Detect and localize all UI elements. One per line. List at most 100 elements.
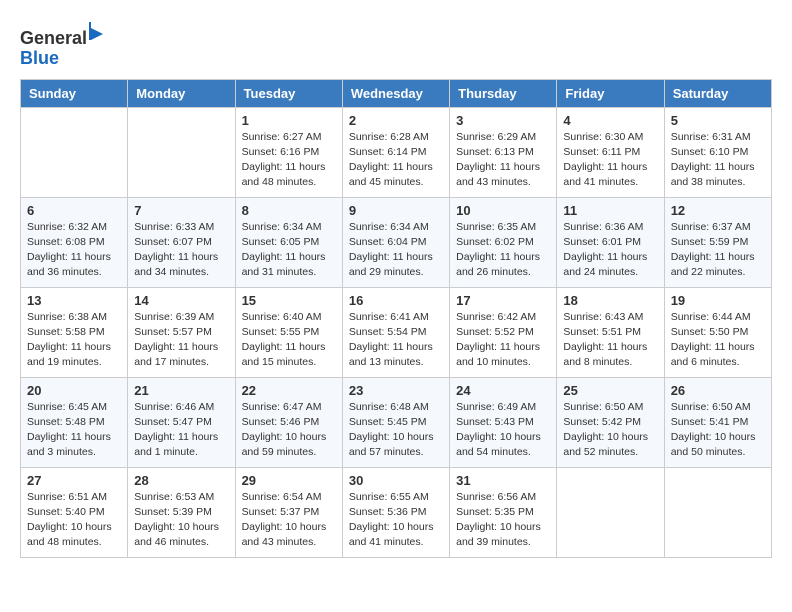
day-number: 19 [671, 293, 765, 308]
day-info: Sunrise: 6:29 AM Sunset: 6:13 PM Dayligh… [456, 130, 550, 191]
day-number: 7 [134, 203, 228, 218]
weekday-header-cell: Tuesday [235, 79, 342, 107]
day-number: 13 [27, 293, 121, 308]
day-number: 17 [456, 293, 550, 308]
day-number: 26 [671, 383, 765, 398]
day-info: Sunrise: 6:35 AM Sunset: 6:02 PM Dayligh… [456, 220, 550, 281]
day-number: 3 [456, 113, 550, 128]
day-info: Sunrise: 6:32 AM Sunset: 6:08 PM Dayligh… [27, 220, 121, 281]
day-info: Sunrise: 6:42 AM Sunset: 5:52 PM Dayligh… [456, 310, 550, 371]
day-number: 18 [563, 293, 657, 308]
day-info: Sunrise: 6:30 AM Sunset: 6:11 PM Dayligh… [563, 130, 657, 191]
logo-flag-icon [89, 20, 113, 44]
page-header: General Blue [20, 20, 772, 69]
weekday-header-cell: Sunday [21, 79, 128, 107]
calendar-cell: 26 Sunrise: 6:50 AM Sunset: 5:41 PM Dayli… [664, 377, 771, 467]
day-number: 4 [563, 113, 657, 128]
day-info: Sunrise: 6:38 AM Sunset: 5:58 PM Dayligh… [27, 310, 121, 371]
calendar-cell [557, 467, 664, 557]
weekday-header-row: SundayMondayTuesdayWednesdayThursdayFrid… [21, 79, 772, 107]
calendar-cell: 27 Sunrise: 6:51 AM Sunset: 5:40 PM Dayli… [21, 467, 128, 557]
calendar-week-row: 6 Sunrise: 6:32 AM Sunset: 6:08 PM Daylig… [21, 197, 772, 287]
day-number: 15 [242, 293, 336, 308]
calendar-cell: 12 Sunrise: 6:37 AM Sunset: 5:59 PM Dayli… [664, 197, 771, 287]
day-number: 16 [349, 293, 443, 308]
logo: General Blue [20, 20, 113, 69]
calendar-cell: 11 Sunrise: 6:36 AM Sunset: 6:01 PM Dayli… [557, 197, 664, 287]
calendar-cell: 15Sunrise: 6:40 AM Sunset: 5:55 PM Dayli… [235, 287, 342, 377]
day-number: 27 [27, 473, 121, 488]
weekday-header-cell: Friday [557, 79, 664, 107]
calendar-cell: 7 Sunrise: 6:33 AM Sunset: 6:07 PM Daylig… [128, 197, 235, 287]
day-info: Sunrise: 6:39 AM Sunset: 5:57 PM Dayligh… [134, 310, 228, 371]
logo-general: General [20, 28, 87, 48]
day-number: 24 [456, 383, 550, 398]
day-info: Sunrise: 6:50 AM Sunset: 5:42 PM Dayligh… [563, 400, 657, 461]
day-number: 5 [671, 113, 765, 128]
calendar-cell: 8Sunrise: 6:34 AM Sunset: 6:05 PM Daylig… [235, 197, 342, 287]
calendar-cell: 20 Sunrise: 6:45 AM Sunset: 5:48 PM Dayli… [21, 377, 128, 467]
calendar-cell: 14Sunrise: 6:39 AM Sunset: 5:57 PM Dayli… [128, 287, 235, 377]
day-number: 9 [349, 203, 443, 218]
day-info: Sunrise: 6:34 AM Sunset: 6:05 PM Dayligh… [242, 220, 336, 281]
day-info: Sunrise: 6:51 AM Sunset: 5:40 PM Dayligh… [27, 490, 121, 551]
day-number: 20 [27, 383, 121, 398]
calendar-cell: 30 Sunrise: 6:55 AM Sunset: 5:36 PM Dayli… [342, 467, 449, 557]
day-number: 2 [349, 113, 443, 128]
calendar-cell: 31 Sunrise: 6:56 AM Sunset: 5:35 PM Dayli… [450, 467, 557, 557]
calendar-cell: 21 Sunrise: 6:46 AM Sunset: 5:47 PM Dayli… [128, 377, 235, 467]
day-number: 11 [563, 203, 657, 218]
day-info: Sunrise: 6:48 AM Sunset: 5:45 PM Dayligh… [349, 400, 443, 461]
day-number: 29 [242, 473, 336, 488]
calendar-week-row: 13 Sunrise: 6:38 AM Sunset: 5:58 PM Dayli… [21, 287, 772, 377]
calendar-cell: 19Sunrise: 6:44 AM Sunset: 5:50 PM Dayli… [664, 287, 771, 377]
day-number: 6 [27, 203, 121, 218]
calendar-cell: 10 Sunrise: 6:35 AM Sunset: 6:02 PM Dayli… [450, 197, 557, 287]
calendar-cell: 13 Sunrise: 6:38 AM Sunset: 5:58 PM Dayli… [21, 287, 128, 377]
day-info: Sunrise: 6:46 AM Sunset: 5:47 PM Dayligh… [134, 400, 228, 461]
calendar-cell [664, 467, 771, 557]
day-info: Sunrise: 6:41 AM Sunset: 5:54 PM Dayligh… [349, 310, 443, 371]
day-info: Sunrise: 6:31 AM Sunset: 6:10 PM Dayligh… [671, 130, 765, 191]
day-info: Sunrise: 6:27 AM Sunset: 6:16 PM Dayligh… [242, 130, 336, 191]
day-number: 25 [563, 383, 657, 398]
weekday-header-cell: Monday [128, 79, 235, 107]
calendar-cell: 2Sunrise: 6:28 AM Sunset: 6:14 PM Daylig… [342, 107, 449, 197]
calendar-week-row: 20 Sunrise: 6:45 AM Sunset: 5:48 PM Dayli… [21, 377, 772, 467]
calendar-cell: 4 Sunrise: 6:30 AM Sunset: 6:11 PM Daylig… [557, 107, 664, 197]
calendar-week-row: 1 Sunrise: 6:27 AM Sunset: 6:16 PM Daylig… [21, 107, 772, 197]
calendar-cell: 16 Sunrise: 6:41 AM Sunset: 5:54 PM Dayli… [342, 287, 449, 377]
calendar-cell: 29Sunrise: 6:54 AM Sunset: 5:37 PM Dayli… [235, 467, 342, 557]
day-number: 30 [349, 473, 443, 488]
calendar-cell: 3 Sunrise: 6:29 AM Sunset: 6:13 PM Daylig… [450, 107, 557, 197]
day-info: Sunrise: 6:56 AM Sunset: 5:35 PM Dayligh… [456, 490, 550, 551]
weekday-header-cell: Saturday [664, 79, 771, 107]
calendar-cell: 28Sunrise: 6:53 AM Sunset: 5:39 PM Dayli… [128, 467, 235, 557]
day-info: Sunrise: 6:50 AM Sunset: 5:41 PM Dayligh… [671, 400, 765, 461]
day-number: 31 [456, 473, 550, 488]
day-info: Sunrise: 6:37 AM Sunset: 5:59 PM Dayligh… [671, 220, 765, 281]
day-number: 21 [134, 383, 228, 398]
day-info: Sunrise: 6:47 AM Sunset: 5:46 PM Dayligh… [242, 400, 336, 461]
day-info: Sunrise: 6:45 AM Sunset: 5:48 PM Dayligh… [27, 400, 121, 461]
day-info: Sunrise: 6:34 AM Sunset: 6:04 PM Dayligh… [349, 220, 443, 281]
day-info: Sunrise: 6:55 AM Sunset: 5:36 PM Dayligh… [349, 490, 443, 551]
logo-blue: Blue [20, 48, 59, 68]
day-number: 10 [456, 203, 550, 218]
calendar-table: SundayMondayTuesdayWednesdayThursdayFrid… [20, 79, 772, 558]
calendar-cell: 25 Sunrise: 6:50 AM Sunset: 5:42 PM Dayli… [557, 377, 664, 467]
calendar-cell: 1 Sunrise: 6:27 AM Sunset: 6:16 PM Daylig… [235, 107, 342, 197]
calendar-cell: 18Sunrise: 6:43 AM Sunset: 5:51 PM Dayli… [557, 287, 664, 377]
calendar-cell: 9 Sunrise: 6:34 AM Sunset: 6:04 PM Daylig… [342, 197, 449, 287]
calendar-week-row: 27 Sunrise: 6:51 AM Sunset: 5:40 PM Dayli… [21, 467, 772, 557]
day-number: 1 [242, 113, 336, 128]
day-info: Sunrise: 6:53 AM Sunset: 5:39 PM Dayligh… [134, 490, 228, 551]
day-number: 23 [349, 383, 443, 398]
day-number: 12 [671, 203, 765, 218]
calendar-cell [128, 107, 235, 197]
day-info: Sunrise: 6:36 AM Sunset: 6:01 PM Dayligh… [563, 220, 657, 281]
calendar-cell: 17 Sunrise: 6:42 AM Sunset: 5:52 PM Dayli… [450, 287, 557, 377]
day-info: Sunrise: 6:33 AM Sunset: 6:07 PM Dayligh… [134, 220, 228, 281]
weekday-header-cell: Wednesday [342, 79, 449, 107]
calendar-cell: 5 Sunrise: 6:31 AM Sunset: 6:10 PM Daylig… [664, 107, 771, 197]
